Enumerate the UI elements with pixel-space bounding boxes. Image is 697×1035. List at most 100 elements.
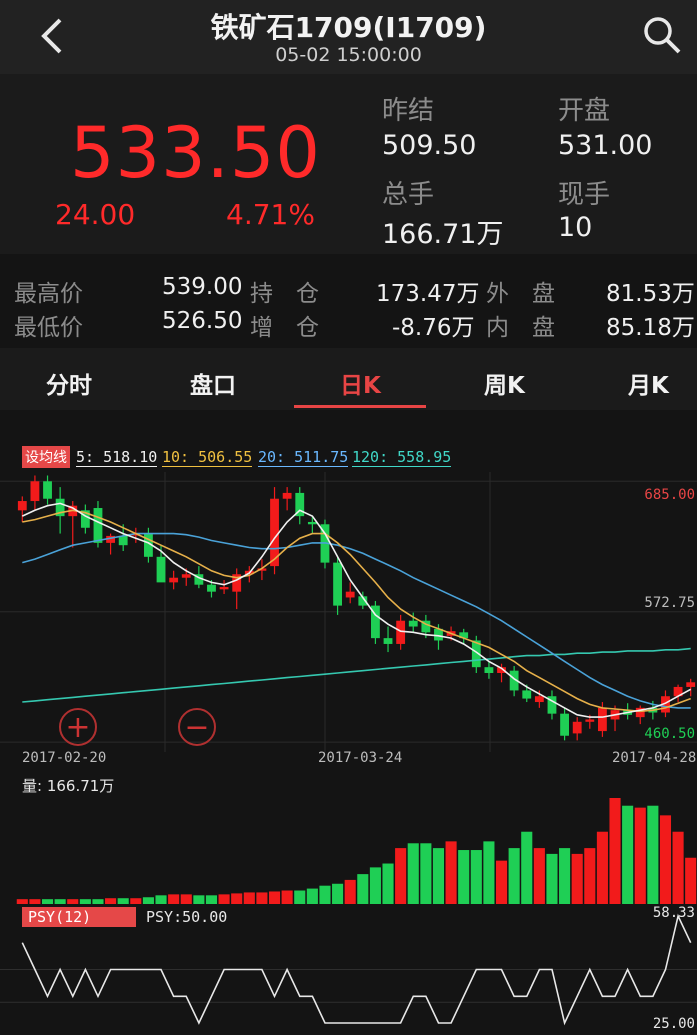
candle-body — [484, 667, 494, 673]
volume-bar — [281, 890, 293, 904]
volume-bar — [622, 805, 634, 904]
price-axis-mid: 572.75 — [644, 595, 695, 611]
ma5-label: 5: 518.10 — [76, 448, 158, 467]
volume-bar — [332, 883, 344, 904]
high-label: 最高价 — [14, 281, 83, 307]
oi-change-label: 增 仓 — [250, 315, 319, 341]
candle-body — [156, 556, 166, 583]
candle-body — [333, 562, 342, 606]
candle-body — [572, 721, 582, 734]
volume-bar — [659, 815, 672, 904]
header-bar: 铁矿石1709(I1709) 05-02 15:00:00 — [0, 0, 697, 74]
volume-bar — [369, 867, 381, 904]
volume-bar — [180, 894, 192, 904]
volume-bar — [445, 841, 457, 904]
tab-daily-k[interactable]: 日K — [340, 366, 381, 400]
volume-bar — [155, 895, 167, 904]
volume-bar — [508, 848, 520, 904]
tab-weekly-k[interactable]: 周K — [484, 366, 525, 400]
zoom-out-icon[interactable]: − — [178, 708, 216, 746]
volume-bar — [344, 879, 356, 904]
volume-bar — [357, 874, 369, 904]
open-interest-label: 持 仓 — [250, 281, 319, 307]
date-label-end: 2017-04-28 — [612, 750, 697, 766]
volume-label: 量: 166.71万 — [22, 777, 115, 795]
volume-bar — [432, 848, 445, 904]
volume-bar — [533, 848, 545, 904]
ma120-label: 120: 558.95 — [352, 448, 452, 467]
candle-body — [396, 620, 406, 644]
volume-bar — [685, 857, 697, 904]
candle-body — [585, 719, 595, 722]
outer-volume-label: 外 盘 — [486, 281, 555, 307]
candle-body — [43, 481, 52, 499]
current-volume-value: 10 — [558, 212, 593, 243]
volume-bar — [559, 848, 571, 904]
date-label-start: 2017-02-20 — [22, 750, 107, 766]
set-ma-button[interactable]: 设均线 — [22, 446, 70, 468]
volume-bar — [142, 897, 154, 904]
candle-body — [93, 508, 103, 543]
prev-settle-label: 昨结 — [382, 96, 435, 126]
search-icon[interactable] — [641, 14, 683, 56]
total-volume-label: 总手 — [382, 180, 435, 210]
tab-order-book[interactable]: 盘口 — [190, 366, 236, 400]
high-value: 539.00 — [162, 274, 243, 300]
candle-body — [345, 591, 355, 598]
date-label-mid: 2017-03-24 — [318, 750, 403, 766]
psy-chart — [0, 913, 697, 1026]
volume-bar — [521, 831, 533, 904]
inner-volume-value: 85.18万 — [606, 315, 695, 341]
candlestick-chart — [0, 472, 697, 752]
prev-settle-value: 509.50 — [382, 130, 477, 161]
inner-volume-label: 内 盘 — [486, 315, 555, 341]
volume-bar — [647, 805, 659, 904]
tab-monthly-k[interactable]: 月K — [628, 366, 669, 400]
total-volume-value: 166.71万 — [382, 219, 504, 250]
volume-bar — [168, 894, 180, 904]
candle-body — [169, 577, 179, 583]
volume-chart — [16, 798, 697, 904]
oi-change-value: -8.76万 — [392, 315, 475, 341]
zoom-in-icon[interactable]: + — [59, 708, 97, 746]
volume-bar — [231, 893, 243, 904]
ma10-label: 10: 506.55 — [162, 448, 253, 467]
volume-bar — [672, 831, 684, 904]
chart-area[interactable]: 设均线 5: 518.10 10: 506.55 20: 511.75 120:… — [0, 412, 697, 1035]
chart-tabs: 分时 盘口 日K 周K 月K — [0, 348, 697, 410]
volume-bar — [483, 841, 495, 904]
quote-panel: 533.50 24.00 4.71% 昨结 509.50 开盘 531.00 总… — [0, 74, 697, 254]
volume-bar — [243, 892, 255, 904]
stats-panel: 最高价 539.00 最低价 526.50 持 仓 173.47万 增 仓 -8… — [0, 262, 697, 346]
low-value: 526.50 — [162, 308, 243, 334]
price-change: 24.00 — [55, 198, 136, 231]
volume-bar — [470, 850, 482, 904]
candle-body — [408, 620, 418, 627]
volume-bar — [294, 890, 306, 904]
price-axis-high: 685.00 — [644, 487, 695, 503]
volume-bar — [319, 885, 331, 904]
candle-body — [30, 481, 40, 502]
candle-body — [522, 690, 532, 699]
candle-body — [207, 584, 216, 592]
open-value: 531.00 — [558, 130, 653, 161]
candle-body — [560, 713, 569, 736]
volume-bar — [256, 892, 268, 904]
outer-volume-value: 81.53万 — [606, 281, 695, 307]
candle-body — [219, 587, 229, 590]
active-tab-indicator — [294, 405, 426, 408]
volume-bar — [205, 895, 218, 904]
volume-bar — [634, 807, 646, 904]
tab-intraday[interactable]: 分时 — [46, 366, 92, 400]
volume-bar — [306, 888, 318, 904]
current-volume-label: 现手 — [558, 180, 611, 210]
volume-bar — [458, 850, 470, 904]
ma20-line — [22, 532, 691, 709]
volume-bar — [571, 853, 583, 904]
candle-body — [307, 521, 317, 525]
ma20-label: 20: 511.75 — [258, 448, 349, 467]
volume-bar — [395, 848, 407, 904]
candle-body — [181, 574, 191, 578]
volume-bar — [596, 831, 608, 904]
volume-bar — [495, 860, 508, 904]
